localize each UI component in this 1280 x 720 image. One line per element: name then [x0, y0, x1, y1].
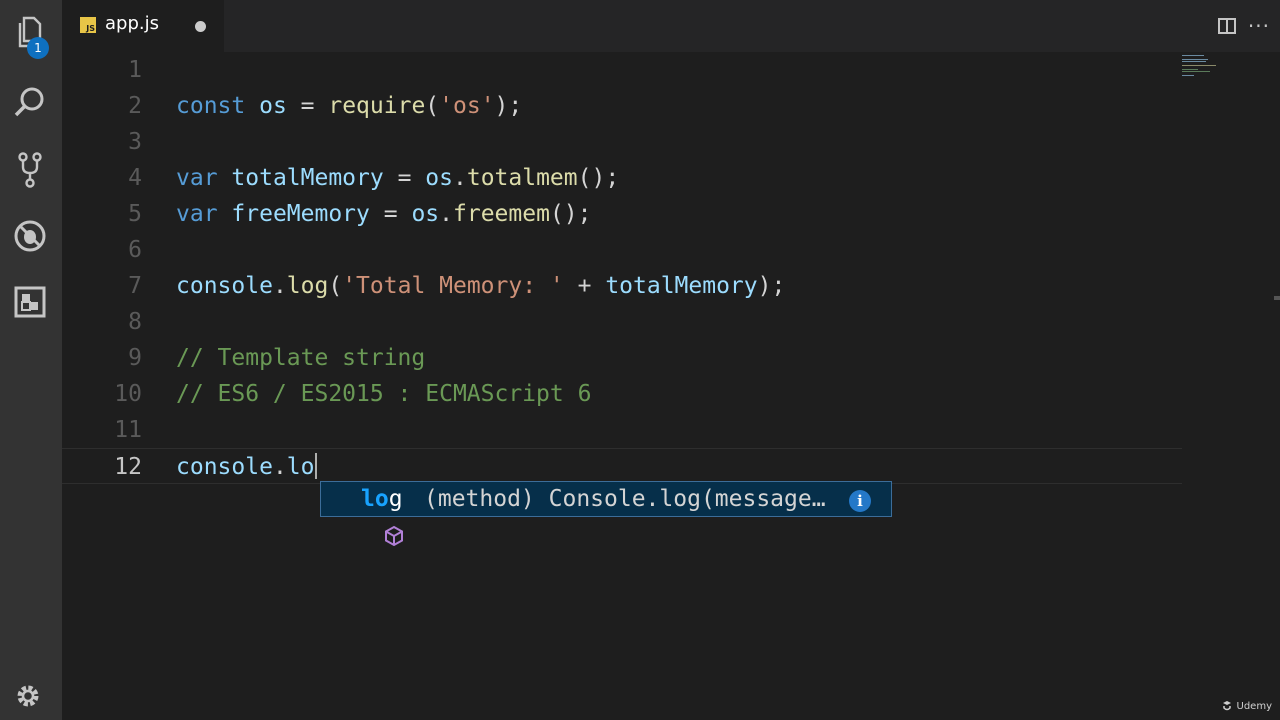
line-number: 3: [128, 129, 142, 155]
code-token: .: [439, 201, 453, 227]
code-token: );: [494, 93, 523, 119]
line-number: 7: [128, 273, 142, 299]
code-token: var: [176, 165, 218, 191]
code-token: .: [272, 273, 287, 299]
code-token: 'Total Memory: ': [342, 273, 564, 299]
code-line[interactable]: 1: [62, 52, 1182, 88]
code-line[interactable]: 2 const os = require('os');: [62, 88, 1182, 124]
scrollbar-marker: [1274, 296, 1280, 300]
extensions-icon[interactable]: [10, 282, 50, 322]
code-editor[interactable]: 1 2 const os = require('os'); 3 4 var totalMe…: [62, 52, 1280, 720]
line-number: 1: [128, 57, 142, 83]
code-token: console: [176, 454, 273, 480]
search-icon[interactable]: [10, 82, 50, 122]
line-number: 8: [128, 309, 142, 335]
text-cursor: [314, 453, 317, 479]
source-control-icon[interactable]: [10, 150, 50, 190]
tab-app-js[interactable]: JS app.js: [62, 0, 224, 52]
tab-bar: JS app.js ···: [62, 0, 1280, 52]
code-text[interactable]: // Template string: [176, 340, 425, 376]
code-token: os: [425, 165, 453, 191]
code-token: (: [425, 93, 440, 119]
tab-label: app.js: [105, 13, 159, 34]
code-text[interactable]: var totalMemory = os.totalmem();: [176, 160, 619, 196]
code-token: 'os': [439, 93, 495, 119]
code-token: totalMemory: [605, 273, 758, 299]
settings-gear-icon[interactable]: [12, 680, 44, 712]
code-line[interactable]: 9 // Template string: [62, 340, 1182, 376]
watermark-text: Udemy: [1236, 700, 1272, 712]
code-token: .: [452, 165, 467, 191]
code-token: // ES6 / ES2015 : ECMAScript 6: [176, 381, 592, 407]
code-token: var: [176, 201, 218, 227]
code-token: .: [272, 454, 287, 480]
code-token: ();: [549, 201, 592, 227]
code-token: =: [286, 93, 329, 119]
line-number: 6: [128, 237, 142, 263]
minimap[interactable]: [1180, 52, 1240, 92]
code-text[interactable]: var freeMemory = os.freemem();: [176, 196, 591, 232]
code-token: console: [176, 273, 273, 299]
code-token: =: [369, 201, 412, 227]
code-line[interactable]: 12 console.lo: [62, 448, 1182, 484]
code-token: (: [328, 273, 343, 299]
code-text[interactable]: // ES6 / ES2015 : ECMAScript 6: [176, 376, 591, 412]
code-line[interactable]: 5 var freeMemory = os.freemem();: [62, 196, 1182, 232]
code-token: log: [286, 273, 329, 299]
more-actions-icon[interactable]: ···: [1248, 14, 1270, 38]
code-token: =: [383, 165, 426, 191]
activity-bar: 1: [0, 0, 62, 720]
javascript-file-icon: JS: [80, 17, 96, 33]
code-text[interactable]: console.log('Total Memory: ' + totalMemo…: [176, 268, 785, 304]
code-token: );: [757, 273, 786, 299]
autocomplete-suggestion[interactable]: log (method) Console.log(message… i: [320, 481, 892, 547]
line-number: 4: [128, 165, 142, 191]
code-line[interactable]: 7 console.log('Total Memory: ' + totalMem…: [62, 268, 1182, 304]
suggestion-rest: g: [388, 486, 403, 512]
suggestion-label: log: [361, 482, 403, 516]
code-token: totalMemory: [231, 165, 384, 191]
code-line[interactable]: 10 // ES6 / ES2015 : ECMAScript 6: [62, 376, 1182, 412]
line-number: 2: [128, 93, 142, 119]
udemy-watermark: Udemy: [1221, 700, 1272, 712]
explorer-badge: 1: [27, 37, 49, 59]
udemy-logo-icon: [1222, 701, 1231, 711]
code-token: // Template string: [176, 345, 426, 371]
code-line[interactable]: 11: [62, 412, 1182, 448]
code-token: totalmem: [466, 165, 578, 191]
code-token: ();: [577, 165, 620, 191]
code-token: require: [328, 93, 426, 119]
code-token: freemem: [453, 201, 550, 227]
split-editor-icon[interactable]: [1218, 18, 1236, 34]
code-line[interactable]: 4 var totalMemory = os.totalmem();: [62, 160, 1182, 196]
code-token: freeMemory: [231, 201, 370, 227]
code-token: +: [563, 273, 606, 299]
code-token: const: [176, 93, 246, 119]
code-token: lo: [286, 454, 315, 480]
info-icon[interactable]: i: [849, 490, 871, 512]
line-number: 12: [114, 454, 142, 480]
unsaved-dot-icon[interactable]: [195, 21, 206, 32]
line-number: 5: [128, 201, 142, 227]
code-line[interactable]: 8: [62, 304, 1182, 340]
code-text[interactable]: const os = require('os');: [176, 88, 522, 124]
debug-icon[interactable]: [10, 216, 50, 256]
code-token: os: [259, 93, 287, 119]
code-token: os: [411, 201, 440, 227]
code-line[interactable]: 6: [62, 232, 1182, 268]
code-text[interactable]: console.lo: [176, 449, 317, 485]
line-number: 10: [114, 381, 142, 407]
suggestion-match: lo: [361, 486, 389, 512]
line-number: 11: [114, 417, 142, 443]
code-line[interactable]: 3: [62, 124, 1182, 160]
suggestion-detail: (method) Console.log(message…: [424, 486, 826, 512]
line-number: 9: [128, 345, 142, 371]
